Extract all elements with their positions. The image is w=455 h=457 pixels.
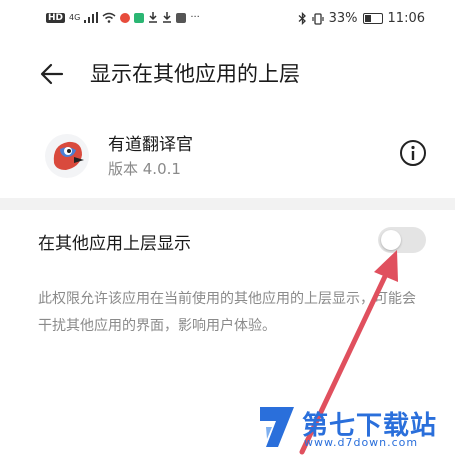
notification-app-icon-3 <box>176 12 187 23</box>
hd-badge: HD <box>46 12 66 23</box>
app-version: 版本 4.0.1 <box>108 160 181 178</box>
site-watermark: 第七下载站 www.d7down.com <box>256 403 446 453</box>
status-left-icons: HD 4G ··· <box>46 12 200 23</box>
toggle-knob <box>381 230 401 250</box>
app-name: 有道翻译官 <box>108 135 193 155</box>
back-arrow-icon[interactable] <box>38 60 66 88</box>
status-right-icons: 33% 11:06 <box>298 11 425 26</box>
app-info-row: 有道翻译官 版本 4.0.1 <box>0 126 455 188</box>
battery-icon <box>362 13 383 24</box>
site-logo-icon <box>260 407 294 447</box>
battery-percent: 33% <box>328 11 358 26</box>
permission-description: 此权限允许该应用在当前使用的其他应用的上层显示，可能会干扰其他应用的界面，影响用… <box>38 291 416 334</box>
overlay-permission-row[interactable]: 在其他应用上层显示 <box>0 215 455 267</box>
notification-app-icon-2 <box>134 12 145 23</box>
app-bar: 显示在其他应用的上层 <box>0 52 455 96</box>
more-notifications-icon: ··· <box>190 12 200 23</box>
signal-icon <box>84 12 99 23</box>
notification-app-icon <box>120 12 131 23</box>
download-icon-2 <box>163 12 172 23</box>
vibrate-icon <box>312 12 324 25</box>
network-type-label: 4G <box>69 13 81 22</box>
info-icon[interactable] <box>398 138 428 168</box>
setting-label: 在其他应用上层显示 <box>38 234 191 254</box>
wifi-icon <box>102 12 116 23</box>
bluetooth-icon <box>298 12 306 25</box>
section-divider <box>0 198 455 210</box>
overlay-permission-toggle[interactable] <box>378 227 426 253</box>
download-icon <box>149 12 158 23</box>
youdao-bird-icon <box>45 134 89 178</box>
status-bar: HD 4G ··· 33% 11:06 <box>0 0 455 44</box>
clock: 11:06 <box>387 11 425 26</box>
watermark-url: www.d7down.com <box>304 436 419 449</box>
page-title: 显示在其他应用的上层 <box>90 62 300 86</box>
